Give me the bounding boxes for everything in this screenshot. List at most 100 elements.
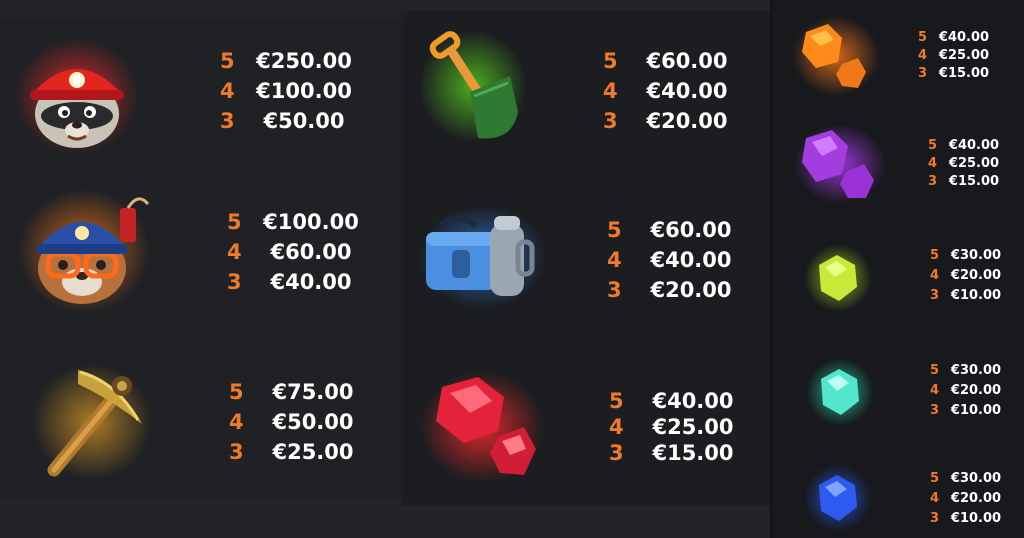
- payout-amount: €20.00: [646, 109, 728, 133]
- payout-row: 3 €20.00: [603, 106, 737, 136]
- payout-amount: €20.00: [650, 278, 732, 302]
- payout-row: 5 €40.00: [928, 136, 1004, 154]
- payout-count: 5: [928, 137, 938, 153]
- payout-amount: €10.00: [950, 402, 1002, 418]
- payout-row: 3 €40.00: [227, 267, 361, 297]
- yellow-gem-icon: [803, 243, 873, 313]
- payout-group-purple-gems: 5 €40.00 4 €25.00 3 €15.00: [928, 136, 1004, 190]
- payout-row: 5 €30.00: [930, 360, 1006, 380]
- payout-count: 3: [918, 65, 928, 81]
- payout-count: 3: [229, 440, 244, 464]
- payout-group-lunchbox: 5 €60.00 4 €40.00 3 €20.00: [607, 215, 741, 305]
- payout-group-red-gems: 5 €40.00 4 €25.00 3 €15.00: [609, 388, 743, 466]
- payout-amount: €30.00: [950, 470, 1002, 486]
- payout-amount: €40.00: [938, 29, 990, 45]
- blue-gem-icon: [803, 463, 873, 533]
- payout-amount: €250.00: [256, 49, 352, 73]
- payout-amount: €100.00: [256, 79, 352, 103]
- payout-row: 3 €15.00: [928, 172, 1004, 190]
- payout-row: 3 €10.00: [930, 400, 1006, 420]
- payout-row: 5 €75.00: [229, 377, 363, 407]
- payout-amount: €40.00: [646, 79, 728, 103]
- payout-group-shovel: 5 €60.00 4 €40.00 3 €20.00: [603, 46, 737, 136]
- lunchbox-thermos-icon: [418, 202, 548, 312]
- payout-count: 3: [930, 287, 940, 303]
- payout-count: 3: [930, 402, 940, 418]
- payout-amount: €15.00: [652, 441, 734, 465]
- payout-row: 4 €40.00: [607, 245, 741, 275]
- payout-row: 5 €60.00: [607, 215, 741, 245]
- payout-count: 4: [918, 47, 928, 63]
- payout-count: 3: [607, 278, 622, 302]
- payout-count: 5: [930, 247, 940, 263]
- payout-group-blue-helmet-miner: 5 €100.00 4 €60.00 3 €40.00: [227, 207, 361, 297]
- payout-count: 5: [603, 49, 618, 73]
- payout-count: 5: [930, 470, 940, 486]
- payout-amount: €60.00: [270, 240, 352, 264]
- payout-group-red-helmet-raccoon: 5 €250.00 4 €100.00 3 €50.00: [220, 46, 354, 136]
- payout-count: 3: [928, 173, 938, 189]
- payout-row: 3 €50.00: [220, 106, 354, 136]
- payout-amount: €10.00: [950, 287, 1002, 303]
- payout-amount: €15.00: [948, 173, 1000, 189]
- payout-count: 4: [609, 415, 624, 439]
- purple-gems-icon: [794, 120, 889, 205]
- payout-row: 4 €40.00: [603, 76, 737, 106]
- payout-count: 4: [930, 382, 940, 398]
- payout-row: 5 €30.00: [930, 468, 1006, 488]
- payout-count: 3: [609, 441, 624, 465]
- payout-amount: €25.00: [938, 47, 990, 63]
- payout-amount: €25.00: [272, 440, 354, 464]
- payout-count: 4: [227, 240, 242, 264]
- payout-count: 5: [918, 29, 928, 45]
- payout-row: 5 €60.00: [603, 46, 737, 76]
- payout-row: 4 €25.00: [928, 154, 1004, 172]
- payout-row: 4 €50.00: [229, 407, 363, 437]
- payout-amount: €20.00: [950, 382, 1002, 398]
- payout-count: 5: [227, 210, 242, 234]
- payout-count: 5: [220, 49, 235, 73]
- payout-group-cyan-gem: 5 €30.00 4 €20.00 3 €10.00: [930, 360, 1006, 420]
- payout-row: 5 €250.00: [220, 46, 354, 76]
- payout-amount: €60.00: [650, 218, 732, 242]
- payout-row: 3 €15.00: [918, 64, 994, 82]
- payout-count: 5: [229, 380, 244, 404]
- payout-row: 3 €10.00: [930, 508, 1006, 528]
- payout-group-yellow-gem: 5 €30.00 4 €20.00 3 €10.00: [930, 245, 1006, 305]
- payout-amount: €25.00: [948, 155, 1000, 171]
- payout-count: 4: [930, 267, 940, 283]
- payout-row: 4 €20.00: [930, 265, 1006, 285]
- orange-gems-icon: [792, 12, 882, 97]
- payout-amount: €100.00: [263, 210, 359, 234]
- payout-count: 4: [607, 248, 622, 272]
- payout-amount: €30.00: [950, 247, 1002, 263]
- payout-amount: €50.00: [272, 410, 354, 434]
- payout-amount: €60.00: [646, 49, 728, 73]
- payout-count: 5: [609, 389, 624, 413]
- payout-count: 3: [227, 270, 242, 294]
- payout-count: 4: [603, 79, 618, 103]
- payout-row: 5 €30.00: [930, 245, 1006, 265]
- payout-row: 5 €40.00: [609, 388, 743, 414]
- payout-row: 4 €25.00: [609, 414, 743, 440]
- payout-count: 4: [930, 490, 940, 506]
- payout-row: 3 €20.00: [607, 275, 741, 305]
- payout-row: 4 €25.00: [918, 46, 994, 64]
- payout-row: 4 €20.00: [930, 488, 1006, 508]
- cyan-gem-icon: [805, 357, 875, 427]
- payout-count: 4: [229, 410, 244, 434]
- payout-count: 3: [220, 109, 235, 133]
- payout-count: 3: [930, 510, 940, 526]
- payout-amount: €40.00: [270, 270, 352, 294]
- payout-amount: €30.00: [950, 362, 1002, 378]
- payout-row: 4 €20.00: [930, 380, 1006, 400]
- payout-group-blue-gem: 5 €30.00 4 €20.00 3 €10.00: [930, 468, 1006, 528]
- payout-group-pickaxe: 5 €75.00 4 €50.00 3 €25.00: [229, 377, 363, 467]
- payout-amount: €25.00: [652, 415, 734, 439]
- red-helmet-raccoon-icon: [12, 36, 142, 156]
- payout-count: 5: [607, 218, 622, 242]
- payout-row: 3 €15.00: [609, 440, 743, 466]
- payout-count: 3: [603, 109, 618, 133]
- payout-amount: €50.00: [263, 109, 345, 133]
- payout-count: 4: [928, 155, 938, 171]
